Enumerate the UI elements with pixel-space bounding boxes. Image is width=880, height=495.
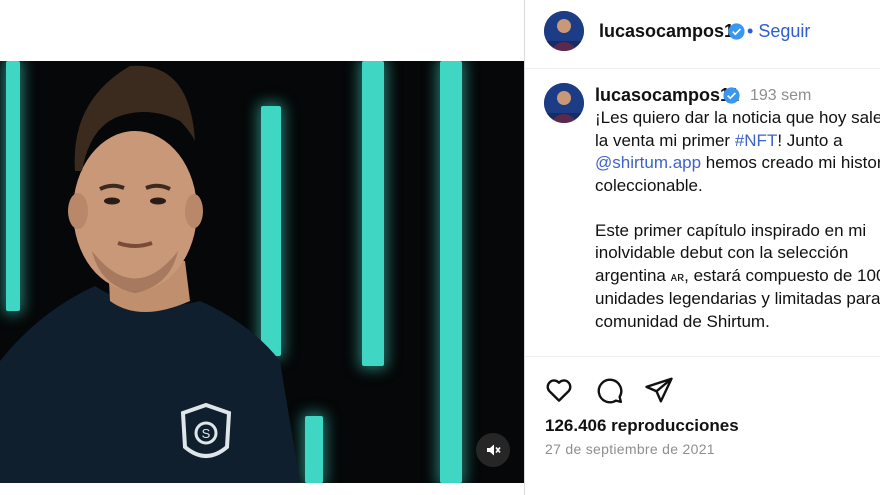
avatar[interactable]	[544, 83, 584, 123]
caption-line: inolvidable debut con la selección	[595, 243, 849, 262]
verified-icon	[723, 87, 740, 104]
mute-button[interactable]	[476, 433, 510, 467]
caption-username-link[interactable]: lucasocampos11	[595, 85, 739, 106]
video-frame-person: S	[0, 65, 300, 483]
follow-label: Seguir	[758, 21, 811, 41]
comment-icon[interactable]	[594, 375, 624, 405]
hashtag-link[interactable]: #NFT	[735, 131, 778, 150]
svg-text:S: S	[202, 426, 211, 441]
view-count[interactable]: 126.406 reproducciones	[545, 416, 739, 436]
caption-line: @shirtum.app hemos creado mi historia	[595, 153, 880, 172]
post-date: 27 de septiembre de 2021	[545, 441, 715, 457]
heart-icon[interactable]	[544, 375, 574, 405]
follow-button[interactable]: • Seguir	[747, 21, 810, 42]
post-header: lucasocampos11 • Seguir	[525, 0, 880, 69]
caption-line: la venta mi primer #NFT! Junto a	[595, 130, 843, 150]
mute-icon	[487, 444, 501, 456]
post-time[interactable]: 193 sem	[750, 87, 811, 105]
mention-link[interactable]: @shirtum.app	[595, 153, 701, 172]
verified-icon	[728, 23, 745, 40]
caption-line: ¡Les quiero dar la noticia que hoy sale …	[595, 108, 880, 127]
caption-line: unidades legendarias y limitadas para la	[595, 289, 880, 308]
caption-text: ¡Les quiero dar la noticia que hoy sale …	[595, 107, 880, 333]
caption-line: Este primer capítulo inspirado en mi	[595, 220, 867, 240]
username-link[interactable]: lucasocampos11	[599, 21, 743, 42]
share-icon[interactable]	[644, 375, 674, 405]
avatar[interactable]	[544, 11, 584, 51]
video-player[interactable]: S	[0, 61, 524, 483]
media-panel: S	[0, 0, 524, 495]
caption-line: coleccionable.	[595, 175, 703, 195]
action-bar	[525, 356, 880, 404]
post-details-panel: lucasocampos11 • Seguir lucasocampos11 1…	[525, 0, 880, 495]
caption-line: argentina ᴀʀ, estará compuesto de 100	[595, 265, 880, 285]
caption-line: comunidad de Shirtum.	[595, 311, 770, 331]
flag-emoji: ᴀʀ	[670, 268, 685, 284]
